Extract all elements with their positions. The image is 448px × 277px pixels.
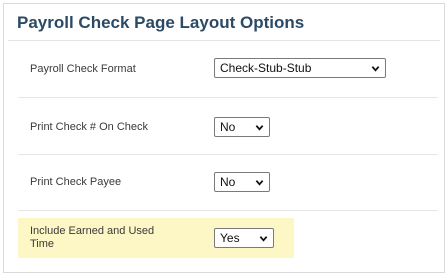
- row-divider: [18, 210, 438, 211]
- print-check-payee-select[interactable]: No: [214, 172, 270, 192]
- include-earned-used-time-label: Include Earned and Used Time: [30, 225, 154, 251]
- row-include-earned-used-time: Include Earned and Used Time Yes: [18, 218, 438, 258]
- include-earned-used-time-label-line1: Include Earned and Used: [30, 225, 155, 237]
- print-check-number-select[interactable]: No: [214, 117, 270, 137]
- chevron-down-icon: [255, 180, 264, 186]
- payroll-check-format-select[interactable]: Check-Stub-Stub: [214, 58, 386, 78]
- row-divider: [18, 154, 438, 155]
- print-check-number-label: Print Check # On Check: [30, 121, 148, 133]
- row-print-check-payee: Print Check Payee No: [18, 162, 438, 206]
- payroll-check-format-label: Payroll Check Format: [30, 63, 136, 75]
- row-divider: [18, 97, 438, 98]
- chevron-down-icon: [259, 236, 268, 242]
- include-earned-used-time-label-line2: Time: [30, 238, 55, 250]
- payroll-check-format-value: Check-Stub-Stub: [220, 61, 312, 75]
- layout-options-panel: Payroll Check Page Layout Options Payrol…: [3, 3, 445, 273]
- include-earned-used-time-value: Yes: [220, 231, 240, 245]
- row-payroll-check-format: Payroll Check Format Check-Stub-Stub: [18, 50, 438, 88]
- chevron-down-icon: [255, 125, 264, 131]
- print-check-payee-label: Print Check Payee: [30, 176, 122, 188]
- include-earned-used-time-select[interactable]: Yes: [214, 228, 274, 248]
- panel-title: Payroll Check Page Layout Options: [17, 13, 305, 32]
- chevron-down-icon: [371, 66, 380, 72]
- print-check-number-value: No: [220, 120, 236, 134]
- row-print-check-number: Print Check # On Check No: [18, 106, 438, 150]
- print-check-payee-value: No: [220, 175, 236, 189]
- title-divider: [8, 40, 440, 41]
